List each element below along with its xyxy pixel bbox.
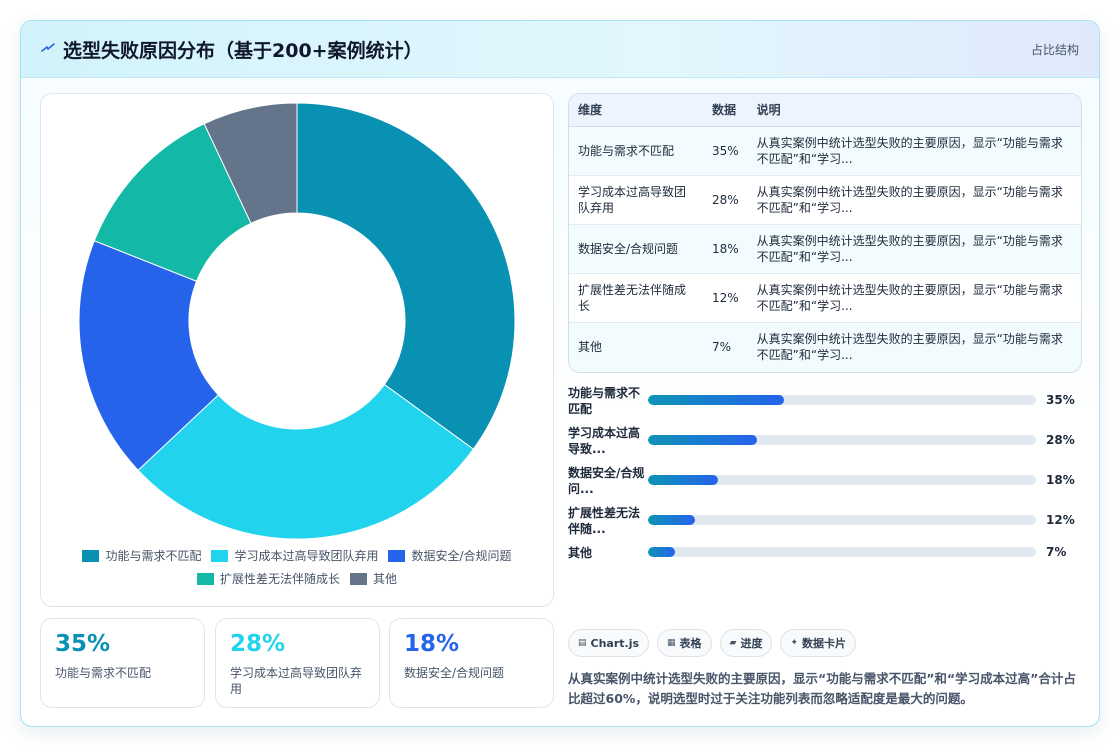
donut-chart — [78, 102, 516, 540]
progress-value: 18% — [1046, 473, 1075, 487]
cell-description: 从真实案例中统计选型失败的主要原因，显示“功能与需求不匹配”和“学习... — [756, 184, 1063, 215]
progress-label: 功能与需求不匹配 — [568, 386, 641, 416]
legend-label: 扩展性差无法伴随成长 — [219, 572, 340, 586]
progress-track — [648, 395, 1036, 405]
chip-label: 数据卡片 — [802, 637, 847, 650]
chart-icon: ▤ — [578, 638, 587, 648]
summary-text: 从真实案例中统计选型失败的主要原因，显示“功能与需求不匹配”和“学习成本过高”合… — [568, 671, 1076, 706]
progress-label: 学习成本过高导致... — [568, 426, 641, 456]
legend-swatch — [388, 549, 406, 562]
header-tag: 占比结构 — [1030, 43, 1079, 57]
cell-description: 从真实案例中统计选型失败的主要原因，显示“功能与需求不匹配”和“学习... — [756, 233, 1063, 264]
cell-dimension: 功能与需求不匹配 — [578, 143, 675, 158]
table-row: 扩展性差无法伴随成长 12% 从真实案例中统计选型失败的主要原因，显示“功能与需… — [569, 273, 1081, 322]
cell-description: 从真实案例中统计选型失败的主要原因，显示“功能与需求不匹配”和“学习... — [756, 282, 1063, 313]
legend-row-1: 功能与需求不匹配 学习成本过高导致团队弃用 数据安全/合规问题 — [49, 547, 545, 564]
chip-label: 进度 — [740, 637, 763, 650]
stat-value: 18% — [404, 631, 460, 657]
cell-value: 18% — [712, 241, 739, 256]
stat-card-2: 28% 学习成本过高导致团队弃用 — [215, 618, 380, 708]
cell-description: 从真实案例中统计选型失败的主要原因，显示“功能与需求不匹配”和“学习... — [756, 331, 1063, 362]
chart-panel: 功能与需求不匹配 学习成本过高导致团队弃用 数据安全/合规问题 扩展性差无法伴随成长… — [40, 93, 554, 607]
progress-track — [648, 475, 1036, 485]
legend-row-2: 扩展性差无法伴随成长 其他 — [49, 570, 545, 587]
table-header-row: 维度 数据 说明 — [569, 94, 1081, 127]
progress-row: 扩展性差无法伴随... 12% — [568, 505, 1080, 539]
progress-value: 7% — [1046, 545, 1067, 559]
progress-row: 数据安全/合规问... 18% — [568, 465, 1080, 499]
col-header-value: 数据 — [703, 94, 748, 127]
progress-list: 功能与需求不匹配 35% 学习成本过高导致... 28% 数据安全/合规问...… — [568, 385, 1080, 565]
table-row: 数据安全/合规问题 18% 从真实案例中统计选型失败的主要原因，显示“功能与需求… — [569, 224, 1081, 273]
progress-fill — [648, 435, 757, 445]
progress-fill — [648, 475, 718, 485]
progress-label: 扩展性差无法伴随... — [568, 506, 641, 536]
legend-swatch — [196, 572, 214, 585]
cell-dimension: 学习成本过高导致团队弃用 — [578, 184, 687, 215]
stat-value: 35% — [55, 631, 111, 657]
card-header: 选型失败原因分布（基于200+案例统计） 占比结构 — [21, 21, 1099, 78]
progress-label: 其他 — [568, 546, 593, 560]
legend-swatch — [350, 572, 367, 585]
progress-row: 其他 7% — [568, 545, 1080, 579]
progress-row: 学习成本过高导致... 28% — [568, 425, 1080, 459]
chip-label: Chart.js — [590, 636, 640, 650]
table-row: 其他 7% 从真实案例中统计选型失败的主要原因，显示“功能与需求不匹配”和“学习… — [569, 322, 1081, 371]
feature-chips: ▤ Chart.js ▦ 表格 ▰ 进度 ✦ 数据卡片 — [568, 629, 857, 657]
legend-swatch — [82, 549, 100, 562]
legend-swatch — [211, 549, 229, 562]
legend-item[interactable]: 功能与需求不匹配 — [82, 547, 201, 564]
page-title: 选型失败原因分布（基于200+案例统计） — [63, 40, 423, 62]
stat-label: 数据安全/合规问题 — [404, 666, 505, 680]
legend-item[interactable]: 扩展性差无法伴随成长 — [196, 570, 340, 587]
progress-value: 35% — [1046, 393, 1075, 407]
progress-fill — [648, 395, 784, 405]
stat-value: 28% — [230, 631, 286, 657]
legend-item[interactable]: 数据安全/合规问题 — [388, 547, 512, 564]
progress-label: 数据安全/合规问... — [568, 466, 645, 496]
chip-data-card[interactable]: ✦ 数据卡片 — [780, 629, 857, 657]
progress-track — [648, 515, 1036, 525]
card-icon: ✦ — [790, 638, 799, 648]
table-row: 学习成本过高导致团队弃用 28% 从真实案例中统计选型失败的主要原因，显示“功能… — [569, 175, 1081, 224]
progress-track — [648, 435, 1036, 445]
cell-value: 28% — [712, 192, 739, 207]
cell-value: 12% — [712, 290, 739, 305]
table-row: 功能与需求不匹配 35% 从真实案例中统计选型失败的主要原因，显示“功能与需求不… — [569, 126, 1081, 175]
stat-card-1: 35% 功能与需求不匹配 — [40, 618, 205, 708]
legend-label: 学习成本过高导致团队弃用 — [234, 549, 379, 563]
legend-item[interactable]: 学习成本过高导致团队弃用 — [211, 547, 378, 564]
donut-slice[interactable] — [296, 102, 516, 450]
progress-row: 功能与需求不匹配 35% — [568, 385, 1080, 419]
col-header-dimension: 维度 — [569, 94, 703, 127]
col-header-description: 说明 — [747, 94, 1081, 127]
stat-card-3: 18% 数据安全/合规问题 — [389, 618, 554, 708]
progress-fill — [648, 515, 695, 525]
lightning-icon — [41, 43, 55, 52]
cell-value: 35% — [712, 143, 739, 158]
chip-progress[interactable]: ▰ 进度 — [719, 629, 773, 657]
progress-track — [648, 547, 1036, 557]
stat-label: 功能与需求不匹配 — [55, 666, 152, 680]
chip-table[interactable]: ▦ 表格 — [657, 629, 712, 657]
progress-icon: ▰ — [729, 638, 737, 648]
data-table: 维度 数据 说明 功能与需求不匹配 35% 从真实案例中统计选型失败的主要原因，… — [568, 93, 1082, 373]
cell-dimension: 数据安全/合规问题 — [578, 241, 679, 256]
cell-dimension: 其他 — [578, 339, 603, 354]
legend-label: 功能与需求不匹配 — [105, 549, 202, 563]
table-icon: ▦ — [667, 638, 676, 648]
report-card: 选型失败原因分布（基于200+案例统计） 占比结构 功能与需求不匹配 学习成本过高… — [20, 20, 1100, 727]
cell-dimension: 扩展性差无法伴随成长 — [578, 282, 687, 313]
cell-description: 从真实案例中统计选型失败的主要原因，显示“功能与需求不匹配”和“学习... — [756, 135, 1063, 166]
chip-label: 表格 — [679, 637, 702, 650]
chip-chartjs[interactable]: ▤ Chart.js — [568, 629, 650, 657]
progress-value: 12% — [1046, 513, 1075, 527]
legend-label: 其他 — [373, 572, 398, 586]
progress-value: 28% — [1046, 433, 1075, 447]
progress-fill — [648, 547, 676, 557]
legend-item[interactable]: 其他 — [350, 570, 397, 587]
legend-label: 数据安全/合规问题 — [411, 549, 512, 563]
cell-value: 7% — [712, 339, 732, 354]
stat-label: 学习成本过高导致团队弃用 — [230, 666, 363, 696]
